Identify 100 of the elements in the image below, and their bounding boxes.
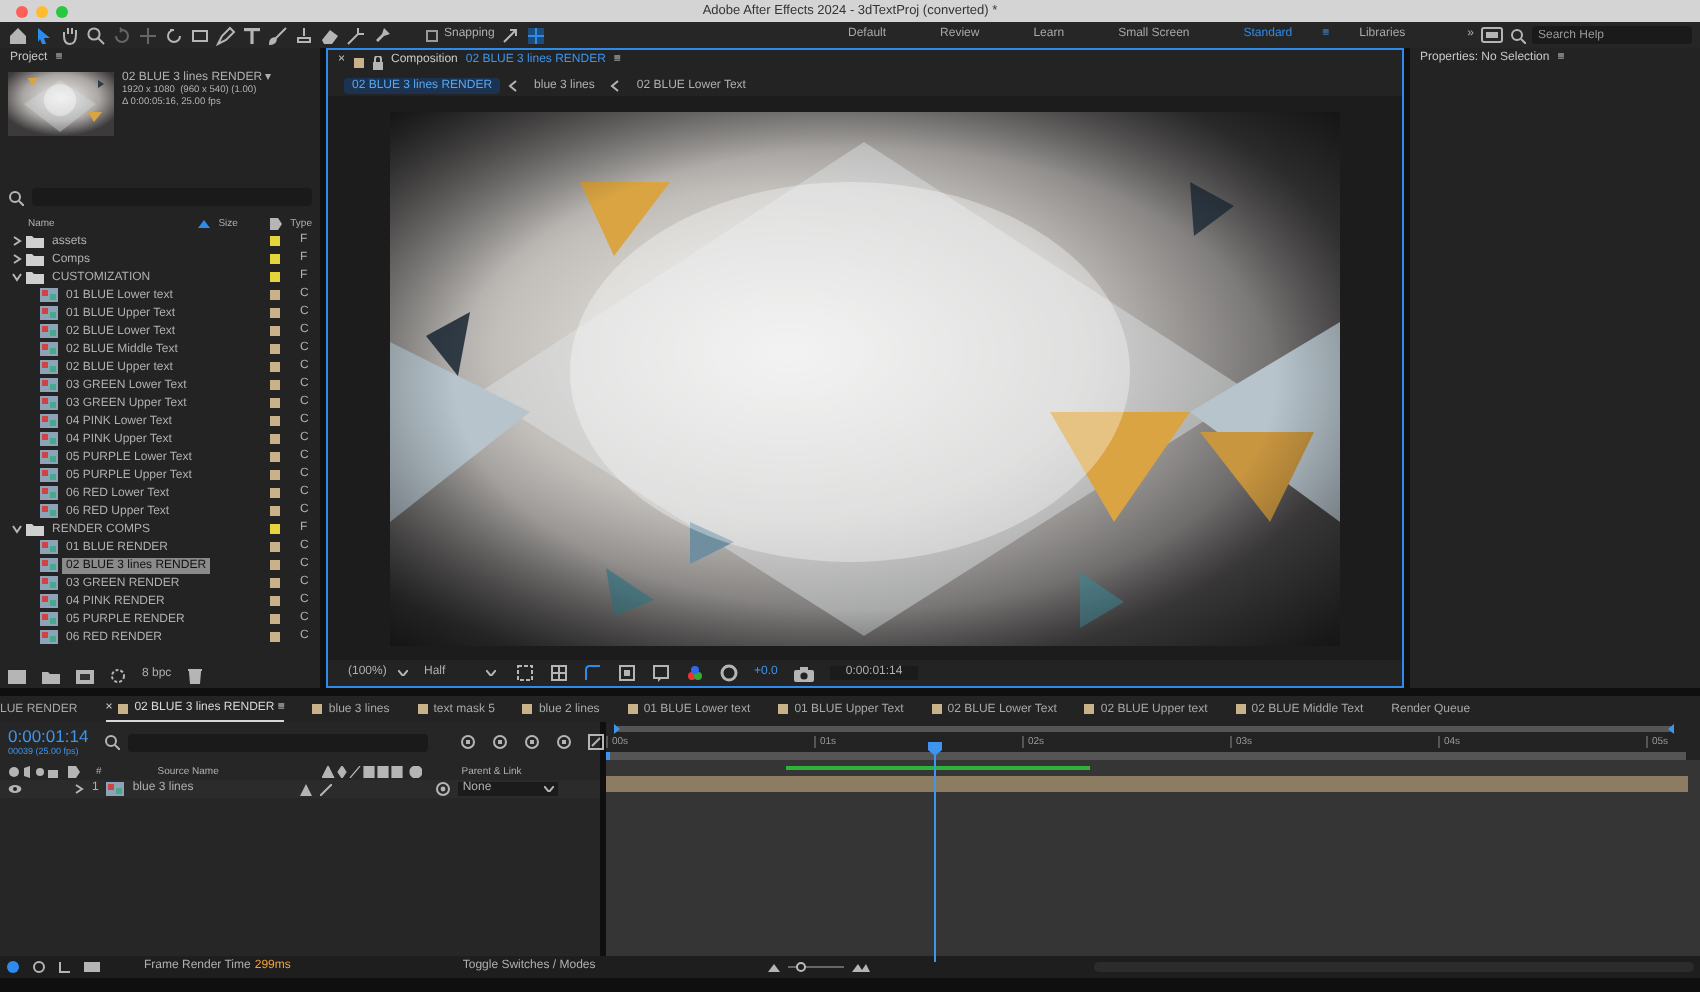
region-icon[interactable] bbox=[516, 664, 534, 682]
hand-icon[interactable] bbox=[60, 25, 80, 45]
playhead[interactable] bbox=[927, 742, 942, 962]
zoom-out-icon[interactable] bbox=[767, 963, 780, 971]
label-swatch[interactable] bbox=[270, 596, 280, 606]
caret-icon bbox=[544, 786, 555, 792]
label-swatch[interactable] bbox=[270, 614, 280, 624]
label-swatch[interactable] bbox=[270, 434, 280, 444]
composition-icon bbox=[40, 468, 58, 482]
search-icon bbox=[1510, 27, 1526, 43]
sync-panel-icon[interactable] bbox=[1480, 26, 1504, 44]
composition-icon bbox=[40, 594, 58, 608]
label-icon[interactable] bbox=[270, 217, 283, 229]
flowchart-icon[interactable] bbox=[460, 734, 477, 750]
motion-blur-icon[interactable] bbox=[556, 734, 573, 750]
safe-zones-icon[interactable] bbox=[618, 664, 636, 682]
layer-switches-icon[interactable] bbox=[6, 960, 20, 974]
label-swatch[interactable] bbox=[270, 398, 280, 408]
chevron-icon[interactable] bbox=[12, 272, 22, 282]
eye-icon[interactable] bbox=[8, 784, 22, 794]
composition-icon bbox=[106, 782, 125, 796]
composition-icon bbox=[40, 288, 58, 302]
zoom-icon[interactable] bbox=[86, 25, 106, 45]
av-switches-drawing bbox=[8, 765, 60, 777]
search-icon bbox=[8, 189, 24, 205]
grid-icon[interactable] bbox=[526, 25, 547, 45]
composition-icon bbox=[40, 432, 58, 446]
label-swatch[interactable] bbox=[270, 506, 280, 516]
zoom-slider-thumb[interactable] bbox=[796, 962, 807, 972]
label-swatch[interactable] bbox=[270, 632, 280, 642]
label-swatch[interactable] bbox=[270, 272, 280, 282]
undo-icon[interactable] bbox=[164, 25, 184, 45]
composition-icon bbox=[40, 378, 58, 392]
frame-blend-icon[interactable] bbox=[524, 734, 541, 750]
interpret-icon[interactable] bbox=[8, 669, 26, 683]
label-swatch[interactable] bbox=[270, 524, 280, 534]
shy-icon[interactable] bbox=[492, 734, 509, 750]
chevron-icon[interactable] bbox=[12, 254, 22, 264]
in-out-icon[interactable] bbox=[58, 960, 72, 974]
sort-icon[interactable] bbox=[198, 219, 211, 227]
folder-icon bbox=[26, 522, 44, 536]
label-swatch[interactable] bbox=[270, 362, 280, 372]
trash-icon[interactable] bbox=[187, 668, 202, 684]
composition-icon bbox=[40, 306, 58, 320]
chevron-icon[interactable] bbox=[74, 784, 84, 794]
chevron-icon[interactable] bbox=[12, 524, 22, 534]
exposure-icon[interactable] bbox=[720, 664, 738, 682]
graph-editor-icon[interactable] bbox=[588, 734, 605, 750]
chevron-icon[interactable] bbox=[12, 236, 22, 246]
composition-icon bbox=[40, 612, 58, 626]
label-swatch[interactable] bbox=[270, 326, 280, 336]
new-folder-icon[interactable] bbox=[42, 669, 60, 683]
label-swatch[interactable] bbox=[270, 488, 280, 498]
composition-icon bbox=[40, 360, 58, 374]
current-time[interactable]: 0:00:01:14 bbox=[8, 726, 89, 747]
composition-icon bbox=[40, 396, 58, 410]
type-tool-icon[interactable] bbox=[242, 25, 262, 45]
label-swatch[interactable] bbox=[270, 290, 280, 300]
brush-icon[interactable] bbox=[268, 25, 288, 45]
composition-icon bbox=[40, 414, 58, 428]
stamp-icon[interactable] bbox=[294, 25, 314, 45]
snapping-checkbox[interactable] bbox=[426, 29, 438, 41]
quality-switch-icon[interactable] bbox=[320, 783, 333, 795]
new-comp-icon[interactable] bbox=[76, 669, 94, 683]
composition-icon bbox=[40, 504, 58, 518]
composition-icon bbox=[40, 450, 58, 464]
label-swatch[interactable] bbox=[270, 236, 280, 246]
caret-icon bbox=[398, 670, 409, 676]
transfer-controls-icon[interactable] bbox=[32, 960, 46, 974]
collapse-switch-icon[interactable] bbox=[300, 783, 313, 795]
lock-icon[interactable] bbox=[371, 55, 384, 69]
label-swatch[interactable] bbox=[270, 542, 280, 552]
view-options-icon[interactable] bbox=[652, 664, 670, 682]
label-swatch[interactable] bbox=[270, 578, 280, 588]
label-swatch[interactable] bbox=[270, 470, 280, 480]
label-swatch[interactable] bbox=[270, 416, 280, 426]
label-swatch[interactable] bbox=[270, 344, 280, 354]
snap-icon[interactable] bbox=[500, 25, 521, 45]
composition-icon bbox=[40, 486, 58, 500]
pointer-icon[interactable] bbox=[34, 25, 54, 45]
roto-brush-icon[interactable] bbox=[346, 25, 366, 45]
label-swatch[interactable] bbox=[270, 254, 280, 264]
settings-icon[interactable] bbox=[110, 668, 126, 684]
label-swatch[interactable] bbox=[270, 452, 280, 462]
label-swatch[interactable] bbox=[270, 380, 280, 390]
search-icon bbox=[104, 734, 121, 750]
pick-whip-icon[interactable] bbox=[436, 782, 451, 796]
label-swatch bbox=[353, 57, 364, 67]
composition-icon bbox=[40, 576, 58, 590]
transparency-grid-icon[interactable] bbox=[550, 664, 568, 682]
color-channels-icon[interactable] bbox=[686, 664, 704, 682]
zoom-in-icon[interactable] bbox=[851, 963, 870, 971]
rectangle-icon[interactable] bbox=[190, 25, 210, 45]
label-swatch[interactable] bbox=[270, 560, 280, 570]
camera-icon[interactable] bbox=[793, 665, 814, 681]
render-time-icon[interactable] bbox=[84, 960, 100, 974]
mask-path-icon[interactable] bbox=[584, 664, 602, 682]
composition-icon bbox=[40, 324, 58, 338]
pen-icon[interactable] bbox=[216, 25, 236, 45]
label-swatch[interactable] bbox=[270, 308, 280, 318]
